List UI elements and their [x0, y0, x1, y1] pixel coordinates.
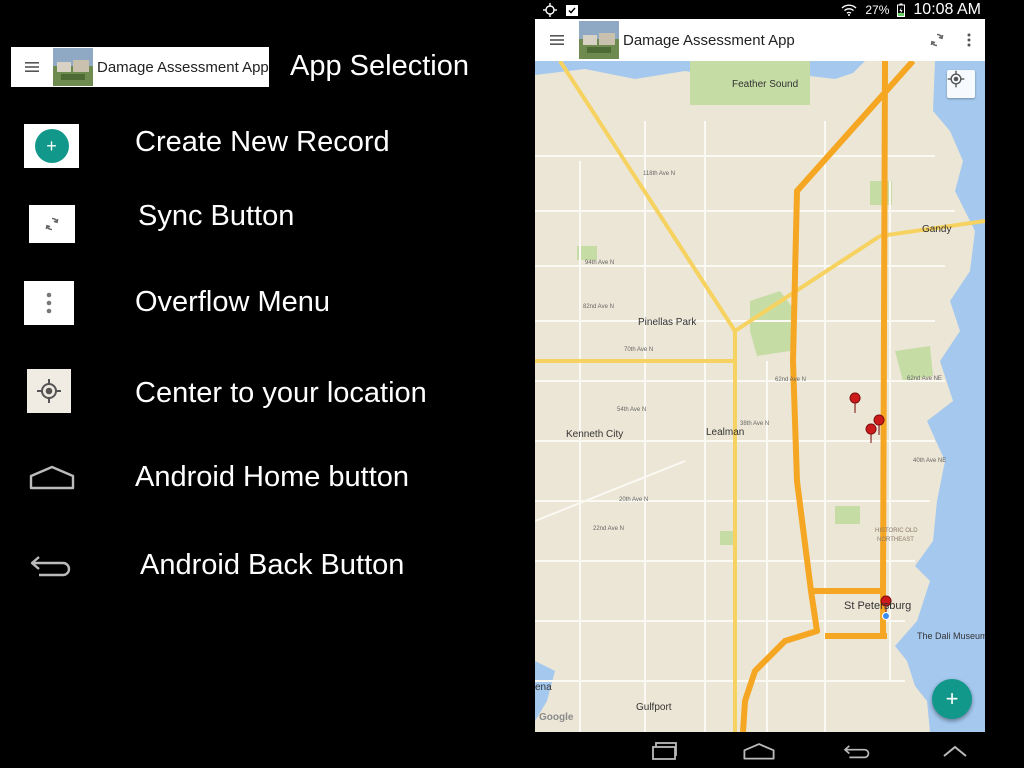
sync-icon: [930, 33, 944, 47]
overflow-menu-icon: [46, 292, 52, 314]
park-area: [870, 181, 892, 205]
back-icon: [844, 745, 870, 759]
map-place-label: NORTHEAST: [877, 537, 914, 543]
legend-label-back: Android Back Button: [140, 549, 405, 581]
home-button[interactable]: [739, 738, 779, 764]
park-area: [750, 291, 795, 356]
back-icon: [30, 556, 71, 577]
status-clock: 10:08 AM: [913, 0, 981, 18]
map-place-label: Lealman: [706, 427, 745, 438]
add-icon: +: [34, 129, 69, 163]
map-place-label: The Dali Museum: [917, 631, 985, 641]
center-location-button[interactable]: [947, 70, 975, 98]
map-street-label: 22nd Ave N: [593, 526, 624, 532]
crosshair-icon: [947, 70, 965, 88]
phone-screenshot: 27% 10:08 AM Damage Assessment App Feath…: [535, 0, 1024, 768]
status-bar: 27% 10:08 AM: [535, 0, 985, 19]
crosshair-icon: [37, 379, 61, 403]
map-street-label: 62nd Ave N: [775, 377, 806, 383]
battery-charging-icon: [897, 3, 906, 17]
map-place-label: ena: [535, 682, 552, 693]
map-street-label: 38th Ave N: [740, 421, 770, 427]
battery-percent: 27%: [865, 2, 890, 17]
legend-create-tile: +: [24, 124, 79, 168]
legend-label-center: Center to your location: [135, 377, 427, 409]
recent-apps-icon: [652, 742, 677, 760]
map-view[interactable]: Feather Sound Gandy Pinellas Park Kennet…: [535, 61, 985, 732]
map-place-label: Gandy: [922, 224, 952, 235]
park-area: [835, 506, 860, 524]
back-button[interactable]: [837, 738, 877, 764]
android-nav-bar: [535, 732, 1024, 768]
expand-up-button[interactable]: [935, 738, 975, 764]
app-thumbnail[interactable]: [579, 21, 619, 59]
damage-marker: [849, 392, 861, 414]
sync-button[interactable]: [921, 19, 953, 61]
map-street-label: 54th Ave N: [617, 407, 647, 413]
hamburger-icon: [550, 35, 564, 45]
map-place-label: Gulfport: [636, 702, 672, 713]
legend-appbar-title: Damage Assessment App: [97, 58, 269, 76]
map-place-label: HISTORIC OLD: [875, 528, 918, 534]
map-place-label: St Petersburg: [844, 600, 912, 612]
recent-apps-button[interactable]: [645, 738, 685, 764]
legend-label-home: Android Home button: [135, 461, 410, 493]
home-icon: [743, 743, 775, 760]
chevron-up-icon: [943, 745, 967, 757]
overflow-menu-button[interactable]: [953, 19, 985, 61]
create-record-button[interactable]: +: [932, 679, 972, 719]
legend-label-overflow: Overflow Menu: [135, 286, 331, 318]
map-street-label: 82nd Ave N: [583, 304, 614, 310]
app-selection-button[interactable]: [535, 19, 579, 61]
legend-label-app-selection: App Selection: [290, 50, 469, 82]
legend-appbar-sample: Damage Assessment App: [11, 47, 269, 87]
map-street-label: 20th Ave N: [619, 497, 649, 503]
map-street-label: 94th Ave N: [585, 260, 615, 266]
current-location-dot: [882, 612, 890, 620]
sync-icon: [45, 217, 59, 231]
map-place-label: Feather Sound: [732, 79, 799, 90]
gps-icon: [543, 2, 557, 17]
legend-label-create: Create New Record: [135, 126, 390, 158]
app-toolbar: Damage Assessment App: [535, 19, 985, 61]
wifi-icon: [841, 3, 857, 16]
map-street-label: 62nd Ave NE: [907, 376, 942, 382]
legend-sync-tile: [29, 205, 75, 243]
app-thumbnail: [53, 48, 93, 86]
app-title: Damage Assessment App: [623, 31, 795, 49]
map-place-label: Kenneth City: [566, 429, 624, 440]
hamburger-icon: [11, 47, 53, 87]
clipboard-check-icon: [566, 4, 578, 16]
overflow-menu-icon: [967, 33, 971, 47]
map-street-label: 70th Ave N: [624, 347, 654, 353]
home-icon: [29, 465, 75, 490]
map-place-label: Pinellas Park: [638, 317, 697, 328]
map-attribution: Google: [539, 712, 574, 723]
map-street-label: 118th Ave N: [643, 171, 676, 177]
map-street-label: 40th Ave NE: [913, 458, 947, 464]
legend-label-sync: Sync Button: [138, 200, 295, 232]
legend-overflow-tile: [24, 281, 74, 325]
legend-locate-tile: [27, 369, 71, 413]
